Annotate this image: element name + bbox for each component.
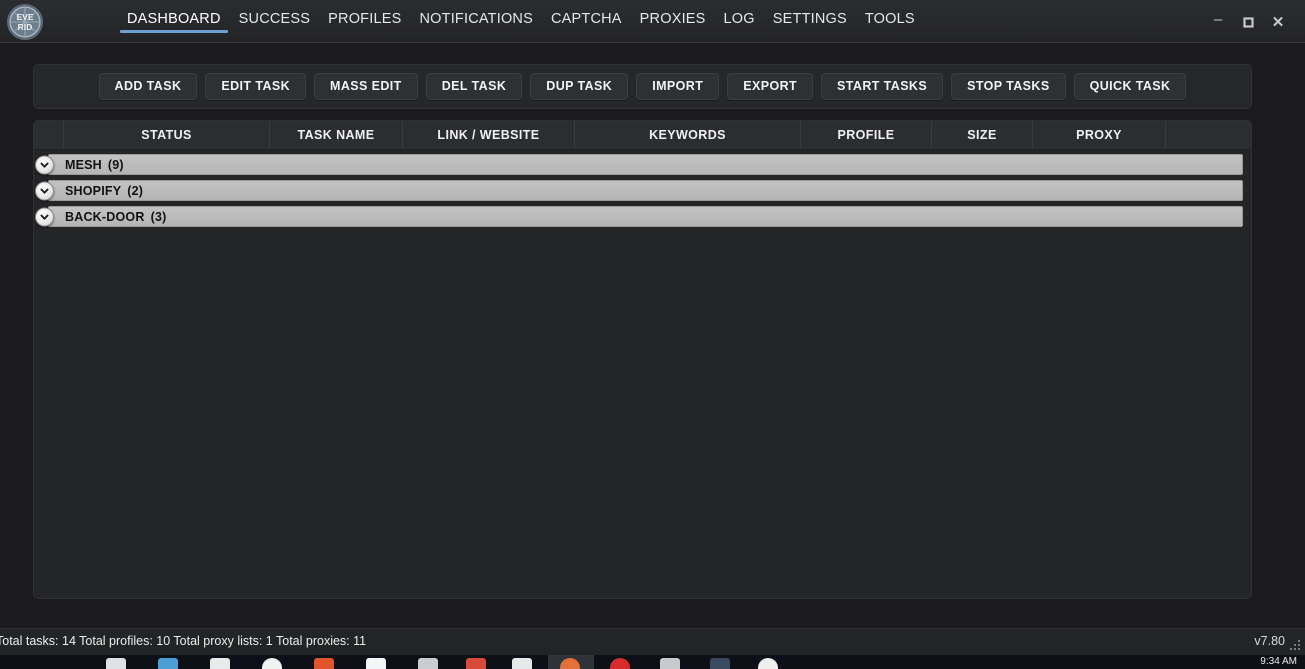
taskbar-icon-5[interactable] <box>314 658 334 669</box>
taskbar-clock[interactable]: 9:34 AM <box>1260 656 1297 667</box>
group-count: (9) <box>108 158 124 172</box>
chevron-down-icon[interactable] <box>35 155 54 174</box>
chevron-down-icon[interactable] <box>35 207 54 226</box>
column-header-handle[interactable] <box>34 121 64 149</box>
os-taskbar: 9:34 AM <box>0 655 1305 669</box>
totals-summary: Total tasks: 14 Total profiles: 10 Total… <box>0 634 366 648</box>
version-label: v7.80 <box>1254 634 1285 648</box>
minimize-icon[interactable]: – <box>1203 11 1233 33</box>
table-header-row: STATUS TASK NAME LINK / WEBSITE KEYWORDS… <box>34 121 1251 150</box>
window-controls: – ✕ <box>1203 11 1293 33</box>
tab-settings[interactable]: SETTINGS <box>764 0 856 43</box>
taskbar-icon-12[interactable] <box>660 658 680 669</box>
edit-task-button[interactable]: EDIT TASK <box>205 73 306 101</box>
del-task-button[interactable]: DEL TASK <box>426 73 523 101</box>
column-header-link-website[interactable]: LINK / WEBSITE <box>403 121 575 149</box>
tab-success[interactable]: SUCCESS <box>230 0 320 43</box>
tab-tools[interactable]: TOOLS <box>856 0 924 43</box>
task-table: STATUS TASK NAME LINK / WEBSITE KEYWORDS… <box>33 120 1252 599</box>
taskbar-icon-6[interactable] <box>366 658 386 669</box>
tab-profiles[interactable]: PROFILES <box>319 0 410 43</box>
tab-dashboard[interactable]: DASHBOARD <box>118 0 230 43</box>
group-name: MESH <box>65 158 102 172</box>
svg-text:EVE: EVE <box>16 12 33 22</box>
column-header-extra[interactable] <box>1166 121 1251 149</box>
app-logo-icon: EVE RID <box>7 4 43 40</box>
taskbar-icon-4[interactable] <box>262 658 282 669</box>
dup-task-button[interactable]: DUP TASK <box>530 73 628 101</box>
column-header-keywords[interactable]: KEYWORDS <box>575 121 801 149</box>
application-window: EVE RID DASHBOARD SUCCESS PROFILES NOTIF… <box>0 0 1305 669</box>
svg-text:RID: RID <box>18 22 33 32</box>
task-group-row-back-door[interactable]: BACK-DOOR (3) <box>48 206 1243 227</box>
group-name: SHOPIFY <box>65 184 121 198</box>
quick-task-button[interactable]: QUICK TASK <box>1074 73 1187 101</box>
group-name: BACK-DOOR <box>65 210 145 224</box>
taskbar-icon-13[interactable] <box>710 658 730 669</box>
tab-captcha[interactable]: CAPTCHA <box>542 0 631 43</box>
title-bar: EVE RID DASHBOARD SUCCESS PROFILES NOTIF… <box>0 0 1305 43</box>
column-header-profile[interactable]: PROFILE <box>801 121 932 149</box>
task-group-row-mesh[interactable]: MESH (9) <box>48 154 1243 175</box>
tab-notifications[interactable]: NOTIFICATIONS <box>410 0 542 43</box>
resize-grip-icon[interactable] <box>1288 638 1302 652</box>
taskbar-icon-1[interactable] <box>106 658 126 669</box>
taskbar-icon-7[interactable] <box>418 658 438 669</box>
group-count: (3) <box>151 210 167 224</box>
column-header-size[interactable]: SIZE <box>932 121 1033 149</box>
toolbar-button-row: ADD TASK EDIT TASK MASS EDIT DEL TASK DU… <box>34 65 1251 108</box>
group-count: (2) <box>127 184 143 198</box>
taskbar-icon-14[interactable] <box>758 658 778 669</box>
stop-tasks-button[interactable]: STOP TASKS <box>951 73 1066 101</box>
status-bar: Total tasks: 14 Total profiles: 10 Total… <box>0 628 1305 655</box>
column-header-proxy[interactable]: PROXY <box>1033 121 1166 149</box>
import-button[interactable]: IMPORT <box>636 73 719 101</box>
maximize-icon[interactable] <box>1233 11 1263 33</box>
taskbar-icon-8[interactable] <box>466 658 486 669</box>
table-body: MESH (9) SHOPIFY (2) BACK-DOOR <box>34 154 1251 599</box>
task-toolbar: ADD TASK EDIT TASK MASS EDIT DEL TASK DU… <box>33 64 1252 109</box>
chevron-down-icon[interactable] <box>35 181 54 200</box>
column-header-status[interactable]: STATUS <box>64 121 270 149</box>
mass-edit-button[interactable]: MASS EDIT <box>314 73 418 101</box>
taskbar-icon-9[interactable] <box>512 658 532 669</box>
export-button[interactable]: EXPORT <box>727 73 813 101</box>
main-navigation: DASHBOARD SUCCESS PROFILES NOTIFICATIONS… <box>118 0 924 43</box>
column-header-task-name[interactable]: TASK NAME <box>270 121 403 149</box>
start-tasks-button[interactable]: START TASKS <box>821 73 943 101</box>
close-icon[interactable]: ✕ <box>1263 11 1293 33</box>
tab-log[interactable]: LOG <box>715 0 764 43</box>
tab-proxies[interactable]: PROXIES <box>631 0 715 43</box>
add-task-button[interactable]: ADD TASK <box>99 73 198 101</box>
taskbar-icon-3[interactable] <box>210 658 230 669</box>
task-group-row-shopify[interactable]: SHOPIFY (2) <box>48 180 1243 201</box>
taskbar-icon-2[interactable] <box>158 658 178 669</box>
taskbar-icon-11[interactable] <box>610 658 630 669</box>
